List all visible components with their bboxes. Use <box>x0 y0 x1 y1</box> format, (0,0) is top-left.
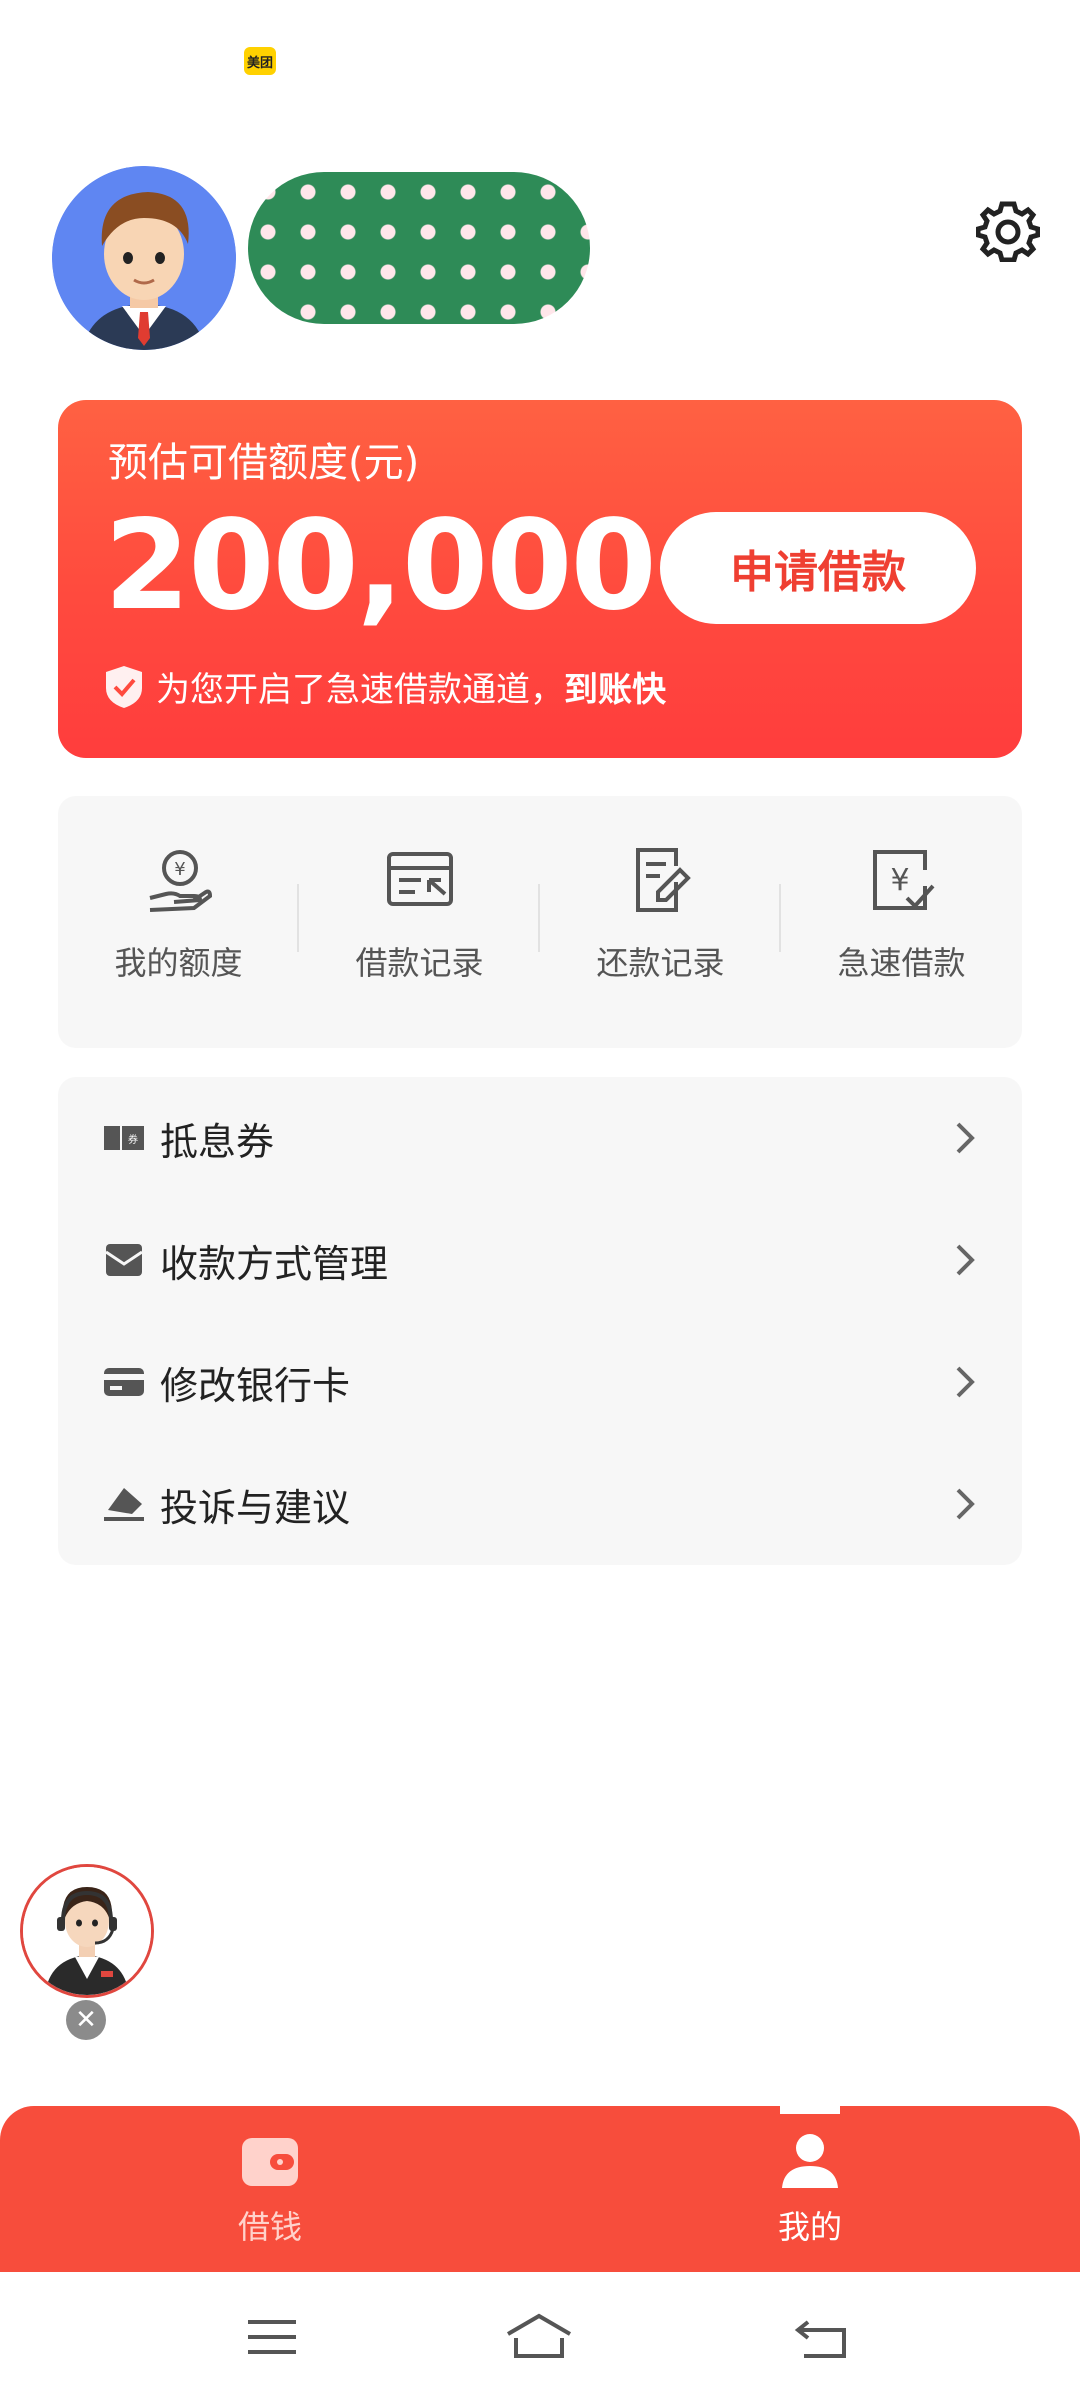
quick-fast-loan[interactable]: ¥ 急速借款 <box>781 796 1022 1048</box>
chevron-right-icon <box>956 1366 975 1398</box>
customer-service-button[interactable] <box>20 1864 154 1998</box>
loan-limit-amount: 200,000 <box>104 494 657 638</box>
chevron-right-icon <box>956 1244 975 1276</box>
loan-limit-label: 预估可借额度(元) <box>108 440 420 486</box>
menu-label: 投诉与建议 <box>160 1485 351 1530</box>
back-icon[interactable] <box>794 2312 850 2362</box>
tab-borrow[interactable]: 借钱 <box>190 2132 350 2248</box>
bank-card-icon <box>104 1368 144 1396</box>
loan-record-icon <box>386 852 453 906</box>
fast-channel-text: 为您开启了急速借款通道， <box>156 670 564 710</box>
settings-menu: 券 抵息券 收款方式管理 修改银行卡 投诉与建议 <box>58 1077 1022 1565</box>
envelope-icon <box>105 1244 143 1276</box>
menu-item-payment-method[interactable]: 收款方式管理 <box>58 1199 1022 1321</box>
fast-loan-icon: ¥ <box>872 850 934 910</box>
shield-check-icon <box>106 665 142 708</box>
chevron-right-icon <box>956 1122 975 1154</box>
svg-text:¥: ¥ <box>174 859 185 880</box>
yuan-hand-icon: ¥ <box>149 850 212 912</box>
fast-channel-notice: 为您开启了急速借款通道， 到账快 <box>104 662 666 711</box>
close-icon[interactable]: ✕ <box>66 2000 106 2040</box>
tab-label: 借钱 <box>237 2208 302 2246</box>
menu-item-bank-card[interactable]: 修改银行卡 <box>58 1321 1022 1443</box>
home-icon[interactable] <box>504 2312 574 2362</box>
menu-item-coupon[interactable]: 券 抵息券 <box>58 1077 1022 1199</box>
quick-actions: ¥ 我的额度 借款记录 还款记录 ¥ 急速借款 <box>58 796 1022 1048</box>
apply-loan-button[interactable]: 申请借款 <box>660 512 976 624</box>
menu-item-feedback[interactable]: 投诉与建议 <box>58 1443 1022 1565</box>
fast-channel-bold: 到账快 <box>564 670 666 710</box>
system-navigation-bar <box>0 2272 1080 2400</box>
quick-label: 急速借款 <box>837 944 966 982</box>
quick-label: 还款记录 <box>596 944 725 982</box>
quick-repay-records[interactable]: 还款记录 <box>540 796 781 1048</box>
user-avatar[interactable] <box>52 166 236 350</box>
menu-label: 收款方式管理 <box>160 1241 389 1286</box>
loan-limit-card: 预估可借额度(元) 200,000 申请借款 为您开启了急速借款通道， 到账快 <box>58 400 1022 758</box>
settings-button[interactable] <box>975 198 1041 263</box>
bottom-tab-bar: 借钱 我的 <box>0 2106 1080 2272</box>
status-bar: 美团 <box>0 0 1080 110</box>
quick-loan-records[interactable]: 借款记录 <box>299 796 540 1048</box>
feedback-icon <box>104 1488 144 1521</box>
meituan-badge: 美团 <box>244 47 276 75</box>
tab-mine[interactable]: 我的 <box>730 2132 890 2248</box>
menu-icon[interactable] <box>244 2312 300 2362</box>
svg-text:¥: ¥ <box>890 863 909 898</box>
quick-label: 借款记录 <box>355 944 484 982</box>
agent-avatar-icon <box>23 1867 151 1995</box>
tab-label: 我的 <box>777 2208 842 2246</box>
svg-text:券: 券 <box>128 1133 138 1146</box>
chevron-right-icon <box>956 1488 975 1520</box>
quick-label: 我的额度 <box>114 944 243 982</box>
repay-record-icon <box>635 848 691 912</box>
coupon-icon: 券 <box>104 1126 144 1150</box>
quick-my-limit[interactable]: ¥ 我的额度 <box>58 796 299 1048</box>
menu-label: 修改银行卡 <box>160 1363 351 1408</box>
person-icon <box>782 2134 838 2188</box>
menu-label: 抵息券 <box>160 1119 275 1164</box>
gear-icon <box>975 201 1041 263</box>
username-redacted <box>248 172 590 324</box>
wallet-icon <box>242 2138 298 2186</box>
user-avatar-icon <box>52 166 236 350</box>
active-tab-indicator <box>780 2106 840 2114</box>
